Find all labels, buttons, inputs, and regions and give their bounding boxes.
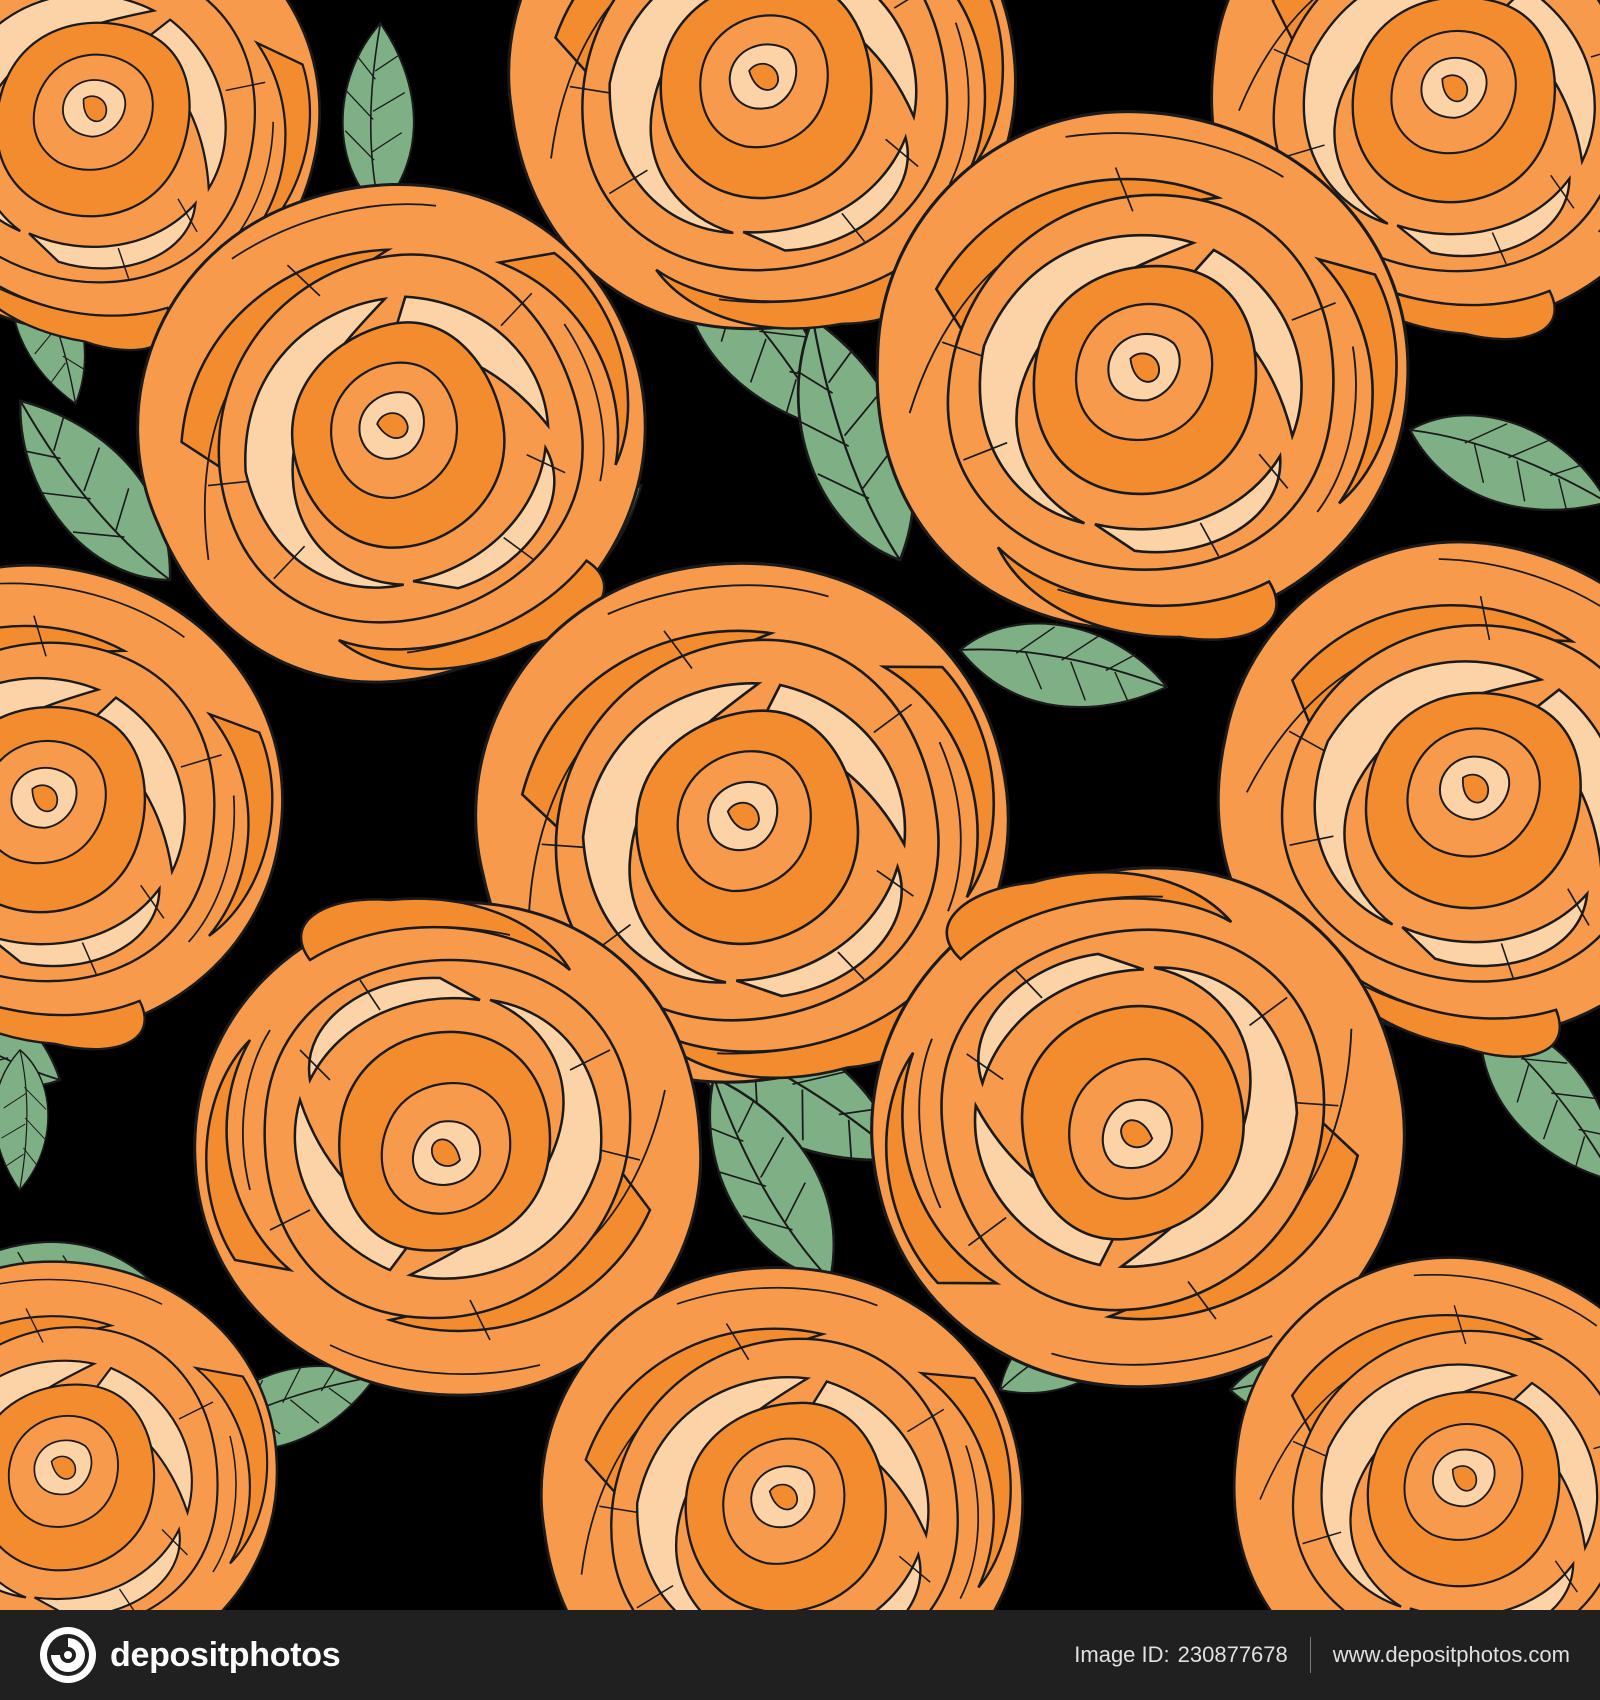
- image-id-value: 230877678: [1177, 1642, 1288, 1667]
- floral-pattern: [0, 0, 1600, 1610]
- brand-logo[interactable]: depositphotos: [38, 1625, 341, 1685]
- image-id-label: Image ID:: [1074, 1642, 1170, 1667]
- site-url-link[interactable]: www.depositphotos.com: [1333, 1642, 1570, 1668]
- rose-cluster: [0, 0, 1600, 1610]
- watermark-footer: depositphotos Image ID: 230877678 www.de…: [0, 1610, 1600, 1700]
- footer-divider: [1309, 1637, 1311, 1673]
- brand-name: depositphotos: [110, 1635, 341, 1674]
- camera-lens-icon: [40, 1627, 96, 1683]
